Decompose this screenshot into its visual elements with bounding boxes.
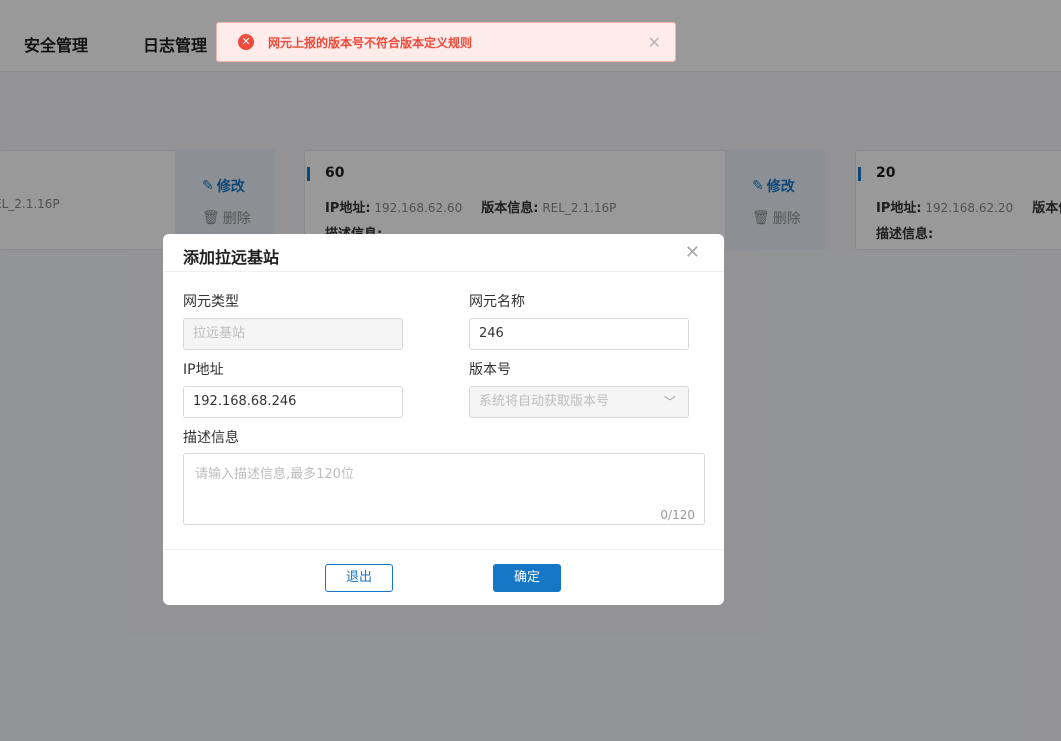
add-station-dialog: 添加拉远基站 ✕ 网元类型 拉远基站 网元名称 246 IP地址 192.168… <box>163 234 724 605</box>
type-label: 网元类型 <box>183 294 239 310</box>
toast-message: 网元上报的版本号不符合版本定义规则 <box>268 35 473 50</box>
version-select: 系统将自动获取版本号 ﹀ <box>469 386 689 418</box>
toast-close-icon[interactable]: ✕ <box>648 33 661 52</box>
close-icon[interactable]: ✕ <box>685 242 700 263</box>
dialog-header: 添加拉远基站 ✕ <box>163 234 724 272</box>
version-placeholder: 系统将自动获取版本号 <box>479 394 610 409</box>
error-toast: ✕ 网元上报的版本号不符合版本定义规则 ✕ <box>216 22 676 62</box>
dialog-title: 添加拉远基站 <box>183 248 280 267</box>
desc-label: 描述信息 <box>183 430 239 446</box>
desc-placeholder: 请输入描述信息,最多120位 <box>195 467 354 482</box>
name-label: 网元名称 <box>469 294 525 310</box>
ip-input[interactable]: 192.168.68.246 <box>183 386 403 418</box>
type-field: 拉远基站 <box>183 318 403 350</box>
version-label: 版本号 <box>469 362 511 378</box>
confirm-button[interactable]: 确定 <box>493 564 561 592</box>
ip-label: IP地址 <box>183 362 224 378</box>
name-input[interactable]: 246 <box>469 318 689 350</box>
dialog-footer: 退出 确定 <box>163 549 724 605</box>
char-count: 0/120 <box>660 508 695 522</box>
chevron-down-icon: ﹀ <box>663 395 676 409</box>
cancel-button[interactable]: 退出 <box>325 564 393 592</box>
desc-textarea[interactable]: 请输入描述信息,最多120位 0/120 <box>183 453 705 525</box>
error-icon: ✕ <box>238 34 254 50</box>
